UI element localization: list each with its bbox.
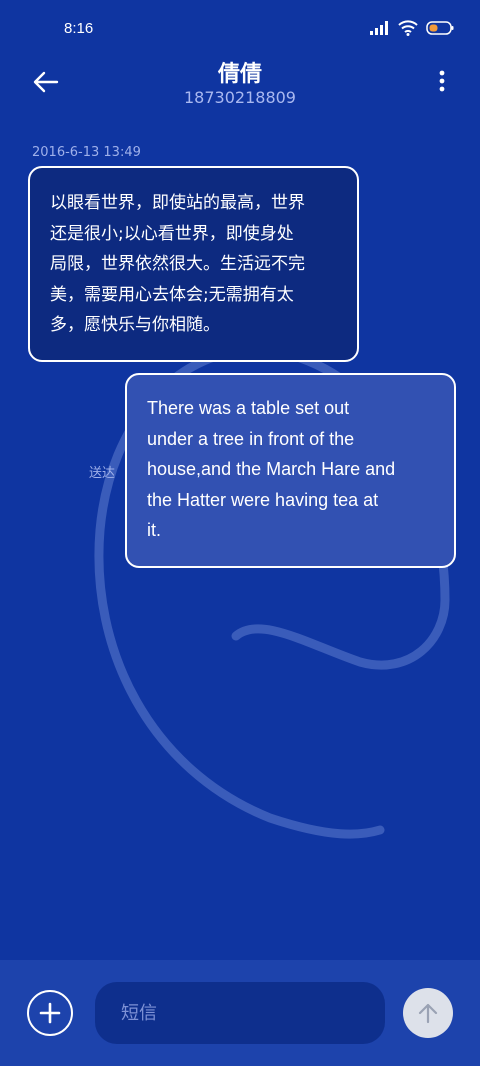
add-attachment-button[interactable]: [27, 990, 73, 1036]
message-line: There was a table set out: [147, 398, 350, 418]
wifi-icon: [398, 20, 418, 36]
sent-message-bubble[interactable]: There was a table set out under a tree i…: [125, 373, 456, 568]
message-timestamp: 2016-6-13 13:49: [32, 145, 141, 160]
more-options-button[interactable]: [432, 68, 452, 98]
contact-phone-number: 18730218809: [184, 88, 296, 107]
send-button[interactable]: [403, 988, 453, 1038]
signal-icon: [370, 21, 388, 35]
battery-icon: [426, 21, 454, 35]
message-line: 还是很小;以心看世界，即使身处: [50, 223, 294, 244]
composer-bar: [0, 960, 480, 1066]
status-time: 8:16: [64, 20, 94, 37]
message-line: under a tree in front of the: [147, 428, 355, 449]
message-line: 美，需要用心去体会;无需拥有太: [50, 284, 294, 305]
message-line: house,and the March Hare and: [147, 459, 396, 479]
message-input[interactable]: [95, 982, 385, 1044]
conversation-header: 倩倩 18730218809: [0, 50, 480, 120]
status-icons: [370, 20, 454, 36]
received-message-bubble[interactable]: 以眼看世界，即使站的最高，世界 还是很小;以心看世界，即使身处 局限，世界依然很…: [28, 166, 359, 362]
message-line: 多，愿快乐与你相随。: [50, 315, 220, 335]
add-icon: [39, 1002, 61, 1024]
message-line: 局限，世界依然很大。生活远不完: [50, 254, 305, 274]
more-vertical-icon: [439, 70, 445, 92]
message-line: 以眼看世界，即使站的最高，世界: [50, 193, 305, 213]
message-line: the Hatter were having tea at: [147, 489, 379, 510]
contact-name: 倩倩: [217, 62, 262, 87]
send-arrow-icon: [418, 1003, 438, 1024]
delivery-status: 送达: [89, 466, 116, 481]
message-line: it.: [147, 520, 162, 540]
